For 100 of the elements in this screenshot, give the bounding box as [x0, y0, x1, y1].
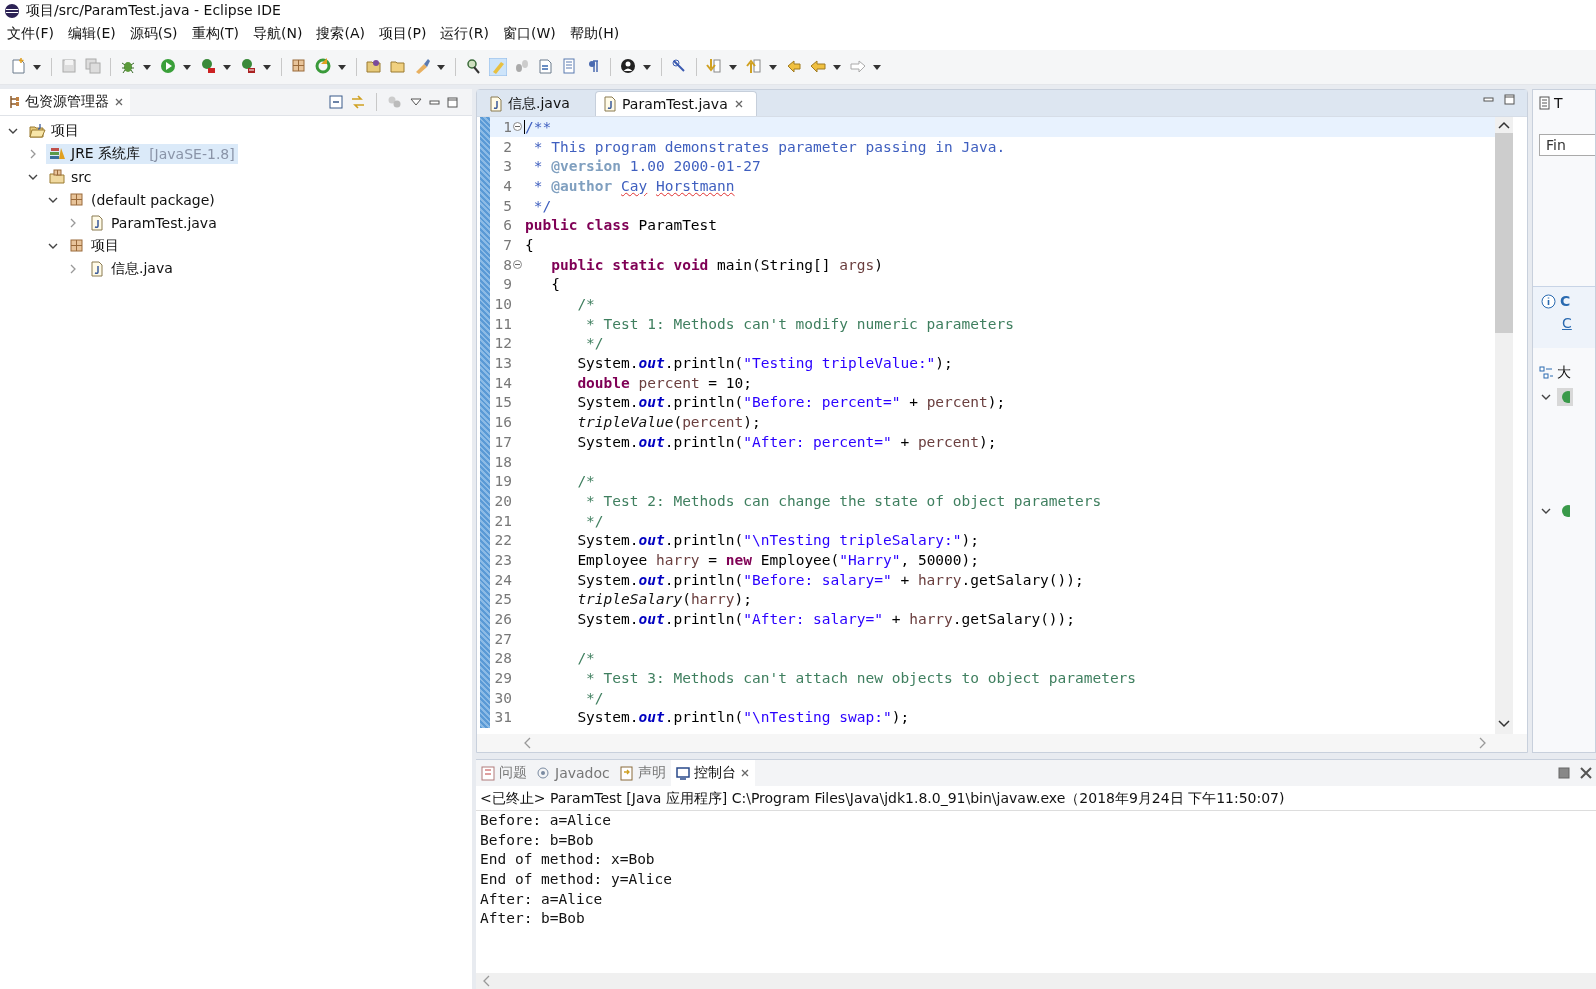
- line-number: 24: [493, 571, 512, 588]
- editor-tab[interactable]: 信息.java: [481, 91, 591, 116]
- console-line: After: b=Bob: [480, 910, 586, 929]
- menu-item[interactable]: 窗口(W): [496, 22, 563, 46]
- scroll-left-icon[interactable]: [482, 975, 490, 987]
- menu-item[interactable]: 重构(T): [184, 22, 247, 46]
- line-number: 30: [493, 689, 512, 706]
- caret-icon[interactable]: [642, 62, 652, 72]
- tree-item[interactable]: JRE 系统库 [JavaSE-1.8]: [46, 143, 238, 164]
- code-line: Employee harry = new Employee("Harry", 50000);: [576, 551, 979, 568]
- view-tab[interactable]: T: [1533, 90, 1595, 116]
- menu-item[interactable]: 导航(N): [246, 22, 310, 46]
- menu-item[interactable]: 源码(S): [122, 22, 185, 46]
- line-number: 21: [493, 512, 512, 529]
- scroll-down-icon[interactable]: [1498, 720, 1510, 728]
- java-file-icon: [488, 96, 502, 112]
- run-block-icon[interactable]: [200, 58, 218, 76]
- caret-icon[interactable]: [32, 62, 42, 72]
- caret-icon[interactable]: [337, 62, 347, 72]
- task-list-icon: [1539, 96, 1550, 110]
- view-tab[interactable]: 大: [1533, 360, 1595, 386]
- remove-icon[interactable]: [1580, 767, 1592, 779]
- find-field[interactable]: Fin: [1539, 134, 1595, 156]
- code-line: * @version 1.00 2000-01-27: [532, 158, 761, 175]
- chevron-icon[interactable]: [1541, 392, 1551, 402]
- scroll-up-icon[interactable]: [1498, 121, 1510, 129]
- view-tab[interactable]: 问题: [476, 760, 532, 786]
- magnifier-icon[interactable]: [465, 58, 483, 76]
- line-number: 1: [502, 118, 512, 135]
- scrollbar[interactable]: [1495, 117, 1513, 734]
- view-tab[interactable]: 包资源管理器: [0, 89, 130, 115]
- menu-item[interactable]: 帮助(H): [562, 22, 627, 46]
- line-number: 5: [502, 197, 512, 214]
- fold-icon[interactable]: [513, 260, 522, 270]
- menu-item[interactable]: 编辑(E): [61, 22, 123, 46]
- link[interactable]: C: [1562, 315, 1572, 331]
- line-number: 8: [502, 256, 512, 273]
- class-icon: [1560, 390, 1570, 404]
- brush-icon[interactable]: [414, 58, 432, 76]
- collapse-icon[interactable]: [329, 95, 343, 109]
- class-icon: [1560, 504, 1570, 518]
- view-menu-icon[interactable]: [410, 97, 422, 107]
- code-line: tripleValue(percent);: [576, 414, 761, 431]
- line-number: 25: [493, 591, 512, 608]
- line-number: 16: [493, 414, 512, 431]
- project-folder-icon: [29, 122, 46, 139]
- code-line: */: [532, 197, 552, 214]
- menu-item[interactable]: 文件(F): [0, 22, 61, 46]
- close-icon[interactable]: [733, 99, 744, 109]
- code-line: System.out.println("Before: salary=" + harry.getSalary());: [576, 571, 1084, 588]
- tree-item[interactable]: 信息.java: [86, 258, 176, 279]
- package-icon: [69, 191, 86, 208]
- caret-icon[interactable]: [142, 62, 152, 72]
- menu-item[interactable]: 搜索(A): [309, 22, 372, 46]
- scroll-thumb[interactable]: [1495, 133, 1513, 333]
- line-number: 2: [502, 138, 512, 155]
- monitor-icon: [675, 765, 690, 781]
- caret-icon[interactable]: [262, 62, 272, 72]
- code-line: System.out.println("After: percent=" + percent);: [576, 433, 997, 450]
- console-line: Before: b=Bob: [480, 831, 595, 850]
- scrollbar[interactable]: [476, 973, 1596, 989]
- code-line: /**: [524, 118, 552, 135]
- close-icon[interactable]: [739, 768, 750, 778]
- stop-icon[interactable]: [1558, 767, 1570, 779]
- tree-item[interactable]: 项目: [66, 235, 122, 256]
- tree-item[interactable]: ParamTest.java: [86, 213, 220, 232]
- caret-icon[interactable]: [436, 62, 446, 72]
- line-number: 18: [493, 453, 512, 470]
- view-tab[interactable]: 声明: [614, 760, 671, 786]
- line-number: 6: [502, 217, 512, 234]
- java-file-icon: [602, 96, 616, 112]
- tree-item[interactable]: 项目: [26, 120, 82, 141]
- view-tab[interactable]: Javadoc: [532, 760, 615, 786]
- maximize-icon[interactable]: [1504, 94, 1515, 105]
- folder-icon[interactable]: [366, 58, 384, 76]
- menu-item[interactable]: 运行(R): [433, 22, 496, 46]
- fold-icon[interactable]: [513, 122, 522, 132]
- scroll-right-icon[interactable]: [1479, 737, 1487, 749]
- view-tab[interactable]: 控制台: [670, 760, 755, 786]
- line-number: 13: [493, 355, 512, 372]
- caret-icon[interactable]: [182, 62, 192, 72]
- scrollbar[interactable]: [477, 734, 1527, 752]
- scroll-left-icon[interactable]: [523, 737, 531, 749]
- tree-item[interactable]: (default package): [66, 190, 218, 209]
- caret-icon[interactable]: [222, 62, 232, 72]
- tree-item[interactable]: src: [46, 167, 95, 186]
- menu-item[interactable]: 项目(P): [372, 22, 434, 46]
- run-block-icon[interactable]: [240, 58, 258, 76]
- caret-icon[interactable]: [832, 62, 842, 72]
- caret-icon[interactable]: [728, 62, 738, 72]
- caret-icon[interactable]: [768, 62, 778, 72]
- person-icon[interactable]: [620, 58, 638, 76]
- outline-item[interactable]: [1557, 388, 1573, 406]
- maximize-icon[interactable]: [447, 96, 458, 108]
- caret-icon[interactable]: [872, 62, 882, 72]
- link-arrows-icon[interactable]: [350, 95, 366, 109]
- code-line: * Test 1: Methods can't modify numeric parameters: [585, 315, 1014, 332]
- close-icon[interactable]: [114, 97, 124, 107]
- editor-tab[interactable]: ParamTest.java: [595, 91, 757, 116]
- chevron-icon[interactable]: [1541, 506, 1551, 516]
